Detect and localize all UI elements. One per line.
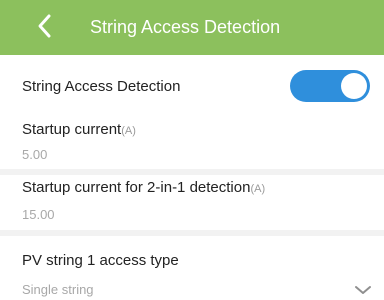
pv-string-1-row[interactable]: PV string 1 access type Single string bbox=[0, 236, 384, 300]
detection-toggle[interactable] bbox=[290, 70, 370, 102]
pv-string-1-value: Single string bbox=[22, 282, 94, 297]
pv-string-1-label: PV string 1 access type bbox=[22, 252, 179, 269]
app-header: String Access Detection bbox=[0, 0, 384, 55]
startup-current-2in1-label-text: Startup current for 2-in-1 detection bbox=[22, 179, 251, 196]
startup-current-label: Startup current(A) bbox=[22, 121, 136, 138]
chevron-down-icon[interactable] bbox=[354, 284, 372, 296]
startup-current-label-text: Startup current bbox=[22, 121, 122, 138]
detection-row: String Access Detection bbox=[0, 55, 384, 117]
detection-label: String Access Detection bbox=[22, 78, 181, 95]
back-button[interactable] bbox=[34, 12, 56, 40]
string-access-detection-screen: String Access Detection String Access De… bbox=[0, 0, 384, 300]
startup-current-2in1-label: Startup current for 2-in-1 detection(A) bbox=[22, 179, 265, 196]
startup-current-2in1-value: 15.00 bbox=[22, 207, 55, 222]
startup-current-row[interactable]: Startup current(A) 5.00 bbox=[0, 111, 384, 169]
chevron-left-icon bbox=[38, 14, 51, 38]
startup-current-2in1-row[interactable]: Startup current for 2-in-1 detection(A) … bbox=[0, 175, 384, 230]
page-title: String Access Detection bbox=[90, 17, 281, 37]
toggle-knob bbox=[341, 73, 367, 99]
startup-current-value: 5.00 bbox=[22, 147, 48, 162]
startup-current-unit: (A) bbox=[121, 125, 136, 137]
startup-current-2in1-unit: (A) bbox=[250, 183, 266, 195]
